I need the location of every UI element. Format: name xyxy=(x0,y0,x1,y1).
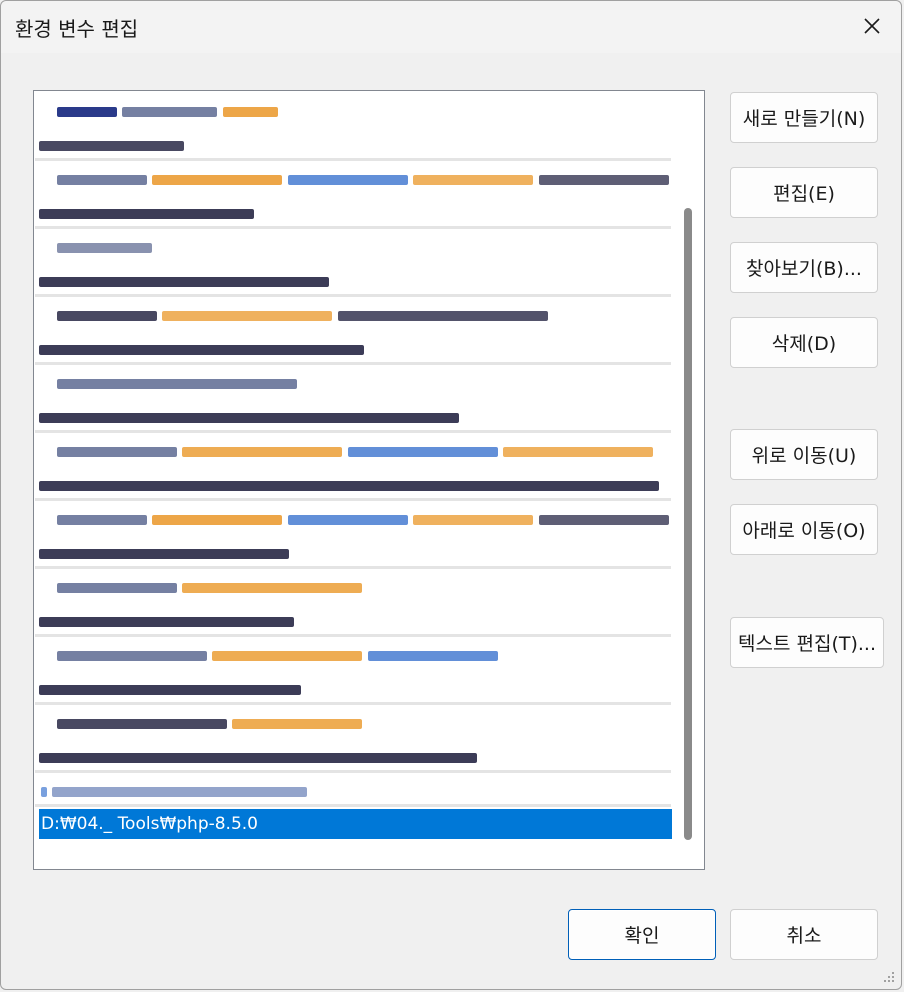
edit-environment-variable-dialog: 환경 변수 편집 D:₩04._ Tools₩php-8.5.0 새로 만들기(… xyxy=(0,0,902,990)
browse-button[interactable]: 찾아보기(B)... xyxy=(730,242,878,293)
list-item[interactable] xyxy=(39,199,671,229)
list-item[interactable] xyxy=(39,437,671,467)
edit-text-button[interactable]: 텍스트 편집(T)... xyxy=(730,617,884,668)
list-item[interactable] xyxy=(39,267,671,297)
move-up-button[interactable]: 위로 이동(U) xyxy=(730,429,878,480)
dialog-title: 환경 변수 편집 xyxy=(15,17,139,41)
list-item[interactable] xyxy=(39,709,671,739)
new-button[interactable]: 새로 만들기(N) xyxy=(730,92,878,143)
list-item[interactable] xyxy=(39,505,671,535)
close-icon xyxy=(864,18,880,34)
list-item[interactable] xyxy=(39,471,671,501)
path-list[interactable]: D:₩04._ Tools₩php-8.5.0 xyxy=(33,90,705,870)
list-item[interactable] xyxy=(39,131,671,161)
list-item[interactable] xyxy=(39,607,671,637)
list-item[interactable] xyxy=(39,403,671,433)
list-item[interactable] xyxy=(39,743,671,773)
move-down-button[interactable]: 아래로 이동(O) xyxy=(730,504,878,555)
scrollbar-thumb[interactable] xyxy=(684,208,692,840)
close-button[interactable] xyxy=(843,1,901,51)
title-bar: 환경 변수 편집 xyxy=(1,1,901,53)
list-item[interactable] xyxy=(39,641,671,671)
list-item-selected[interactable]: D:₩04._ Tools₩php-8.5.0 xyxy=(39,809,672,839)
list-item[interactable] xyxy=(39,335,671,365)
list-item[interactable] xyxy=(39,539,671,569)
edit-button[interactable]: 편집(E) xyxy=(730,167,878,218)
ok-button[interactable]: 확인 xyxy=(568,909,716,960)
list-item[interactable] xyxy=(39,301,671,331)
selected-path-text: D:₩04._ Tools₩php-8.5.0 xyxy=(41,814,258,834)
list-item[interactable] xyxy=(39,97,671,127)
list-item[interactable] xyxy=(39,777,671,807)
list-scrollbar[interactable] xyxy=(676,93,702,867)
list-item[interactable] xyxy=(39,233,671,263)
resize-grip-icon[interactable] xyxy=(881,969,895,983)
cancel-button[interactable]: 취소 xyxy=(730,909,878,960)
list-item[interactable] xyxy=(39,165,671,195)
list-item[interactable] xyxy=(39,573,671,603)
delete-button[interactable]: 삭제(D) xyxy=(730,317,878,368)
list-item[interactable] xyxy=(39,369,671,399)
list-item[interactable] xyxy=(39,675,671,705)
